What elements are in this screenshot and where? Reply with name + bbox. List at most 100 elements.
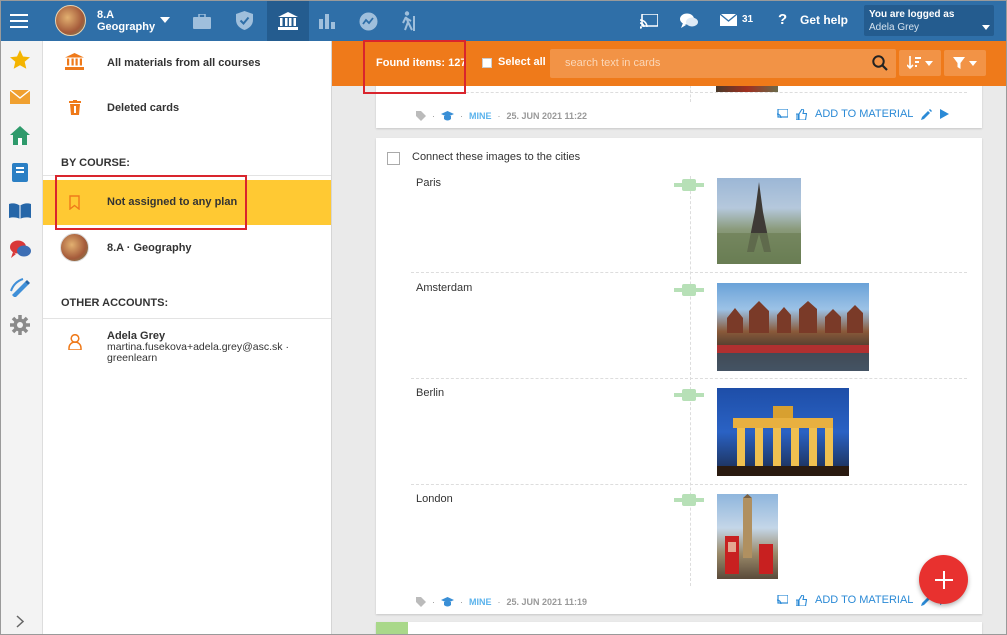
icon-sidebar	[0, 41, 43, 635]
select-all-checkbox[interactable]	[482, 58, 492, 68]
deleted-cards-label: Deleted cards	[107, 102, 180, 114]
course-selector[interactable]: 8.A Geography	[97, 9, 155, 33]
course-subject: Geography	[97, 21, 156, 33]
mine-badge: MINE	[469, 597, 492, 607]
get-help-link[interactable]: Get help	[800, 13, 848, 27]
berlin-photo[interactable]	[717, 388, 849, 476]
amsterdam-photo[interactable]	[717, 283, 869, 371]
search-input[interactable]: search text in cards	[550, 49, 896, 78]
deleted-cards-item[interactable]: Deleted cards	[43, 94, 331, 122]
account-chevron-down-icon[interactable]	[982, 25, 990, 30]
notebook-icon[interactable]	[8, 160, 32, 184]
thumbs-up-icon[interactable]	[796, 108, 807, 120]
help-icon[interactable]: ?	[778, 11, 787, 28]
card-actions: ADD TO MATERIAL	[777, 108, 950, 120]
filter-icon	[953, 57, 965, 69]
hamburger-menu-icon[interactable]	[0, 0, 38, 41]
london-photo[interactable]	[717, 494, 778, 579]
sort-button[interactable]	[899, 50, 941, 76]
city-paris: Paris	[416, 177, 442, 189]
by-course-heading: BY COURSE:	[61, 157, 130, 169]
sort-icon	[907, 56, 921, 70]
other-account-item[interactable]: Adela Grey martina.fusekova+adela.grey@a…	[43, 325, 331, 373]
card-actions: ADD TO MATERIAL	[777, 594, 950, 606]
user-icon	[68, 333, 82, 353]
card-question: Connect these images to the cities	[412, 151, 581, 163]
all-materials-item[interactable]: All materials from all courses	[43, 49, 331, 77]
filter-button[interactable]	[944, 50, 986, 76]
account-menu[interactable]: You are logged as Adela Grey	[864, 5, 994, 36]
account-org: greenlearn	[107, 352, 158, 364]
cast-small-icon[interactable]	[777, 595, 788, 605]
highlight-not-assigned	[55, 175, 247, 230]
city-berlin: Berlin	[416, 387, 445, 399]
city-london: London	[416, 493, 453, 505]
card-previous[interactable]: · · MINE · 25. JUN 2021 11:22 ADD TO MAT…	[376, 86, 982, 128]
hiking-icon[interactable]	[396, 9, 422, 33]
chat-icon[interactable]	[678, 10, 700, 32]
course-class: 8.A	[97, 9, 115, 21]
highlight-found-items	[363, 40, 466, 94]
materials-panel: All materials from all courses Deleted c…	[43, 41, 332, 635]
cast-small-icon[interactable]	[777, 109, 788, 119]
settings-gear-icon[interactable]	[8, 313, 32, 337]
pencil-ruler-icon[interactable]	[8, 275, 32, 299]
user-name: Adela Grey	[869, 22, 920, 33]
add-to-material-link[interactable]: ADD TO MATERIAL	[815, 594, 913, 606]
course-thumbnail	[60, 233, 89, 262]
top-bar: 8.A Geography 31 ? Get help You are logg…	[0, 0, 1007, 41]
connector-icon[interactable]	[674, 177, 704, 193]
briefcase-icon[interactable]	[190, 10, 214, 32]
graduation-cap-icon	[441, 111, 454, 121]
city-amsterdam: Amsterdam	[416, 282, 473, 294]
tag-icon	[416, 597, 426, 607]
plus-icon	[934, 570, 953, 589]
institution-icon	[65, 53, 84, 73]
logged-as-label: You are logged as	[869, 9, 955, 20]
course-item-geography[interactable]: 8.A · Geography	[43, 230, 331, 266]
card-date: 25. JUN 2021 11:19	[506, 597, 588, 607]
add-card-button[interactable]	[919, 555, 968, 604]
connector-icon[interactable]	[674, 387, 704, 403]
card-date: 25. JUN 2021 11:22	[506, 111, 588, 121]
thumbs-up-icon[interactable]	[796, 594, 807, 606]
tag-icon	[416, 111, 426, 121]
chevron-down-icon[interactable]	[160, 17, 170, 23]
mail-icon[interactable]	[718, 12, 738, 28]
cast-icon[interactable]	[638, 10, 660, 32]
open-book-icon[interactable]	[8, 199, 32, 223]
star-icon[interactable]	[8, 47, 32, 71]
other-accounts-heading: OTHER ACCOUNTS:	[61, 297, 169, 309]
discussion-icon[interactable]	[8, 237, 32, 261]
mine-badge: MINE	[469, 111, 492, 121]
course-item-label: 8.A · Geography	[107, 242, 192, 254]
paris-photo[interactable]	[717, 178, 801, 264]
connector-icon[interactable]	[674, 282, 704, 298]
cards-list: · · MINE · 25. JUN 2021 11:22 ADD TO MAT…	[332, 86, 1007, 635]
home-icon[interactable]	[8, 123, 32, 147]
graduation-cap-icon	[441, 597, 454, 607]
analytics-icon[interactable]	[356, 9, 380, 33]
card-color-tab	[376, 622, 408, 635]
course-avatar[interactable]	[55, 5, 86, 36]
card-select-checkbox[interactable]	[387, 152, 400, 165]
add-to-material-link[interactable]: ADD TO MATERIAL	[815, 108, 913, 120]
trash-icon	[69, 100, 81, 118]
envelope-icon[interactable]	[8, 85, 32, 109]
expand-chevron-right-icon[interactable]	[8, 609, 32, 633]
select-all-label[interactable]: Select all	[498, 56, 546, 68]
bar-chart-icon[interactable]	[316, 10, 338, 32]
message-count: 31	[742, 14, 754, 25]
play-icon[interactable]	[940, 109, 950, 119]
library-icon[interactable]	[267, 0, 309, 41]
search-icon[interactable]	[872, 55, 888, 74]
edit-pencil-icon[interactable]	[921, 108, 933, 120]
connector-icon[interactable]	[674, 492, 704, 508]
card-meta: · · MINE · 25. JUN 2021 11:19	[416, 597, 587, 607]
all-materials-label: All materials from all courses	[107, 57, 261, 69]
card-connect-images[interactable]: Connect these images to the cities Paris…	[376, 138, 982, 614]
card-meta: · · MINE · 25. JUN 2021 11:22	[416, 111, 587, 121]
search-placeholder: search text in cards	[565, 57, 661, 69]
card-next[interactable]	[376, 622, 982, 635]
shield-check-icon[interactable]	[232, 9, 256, 31]
